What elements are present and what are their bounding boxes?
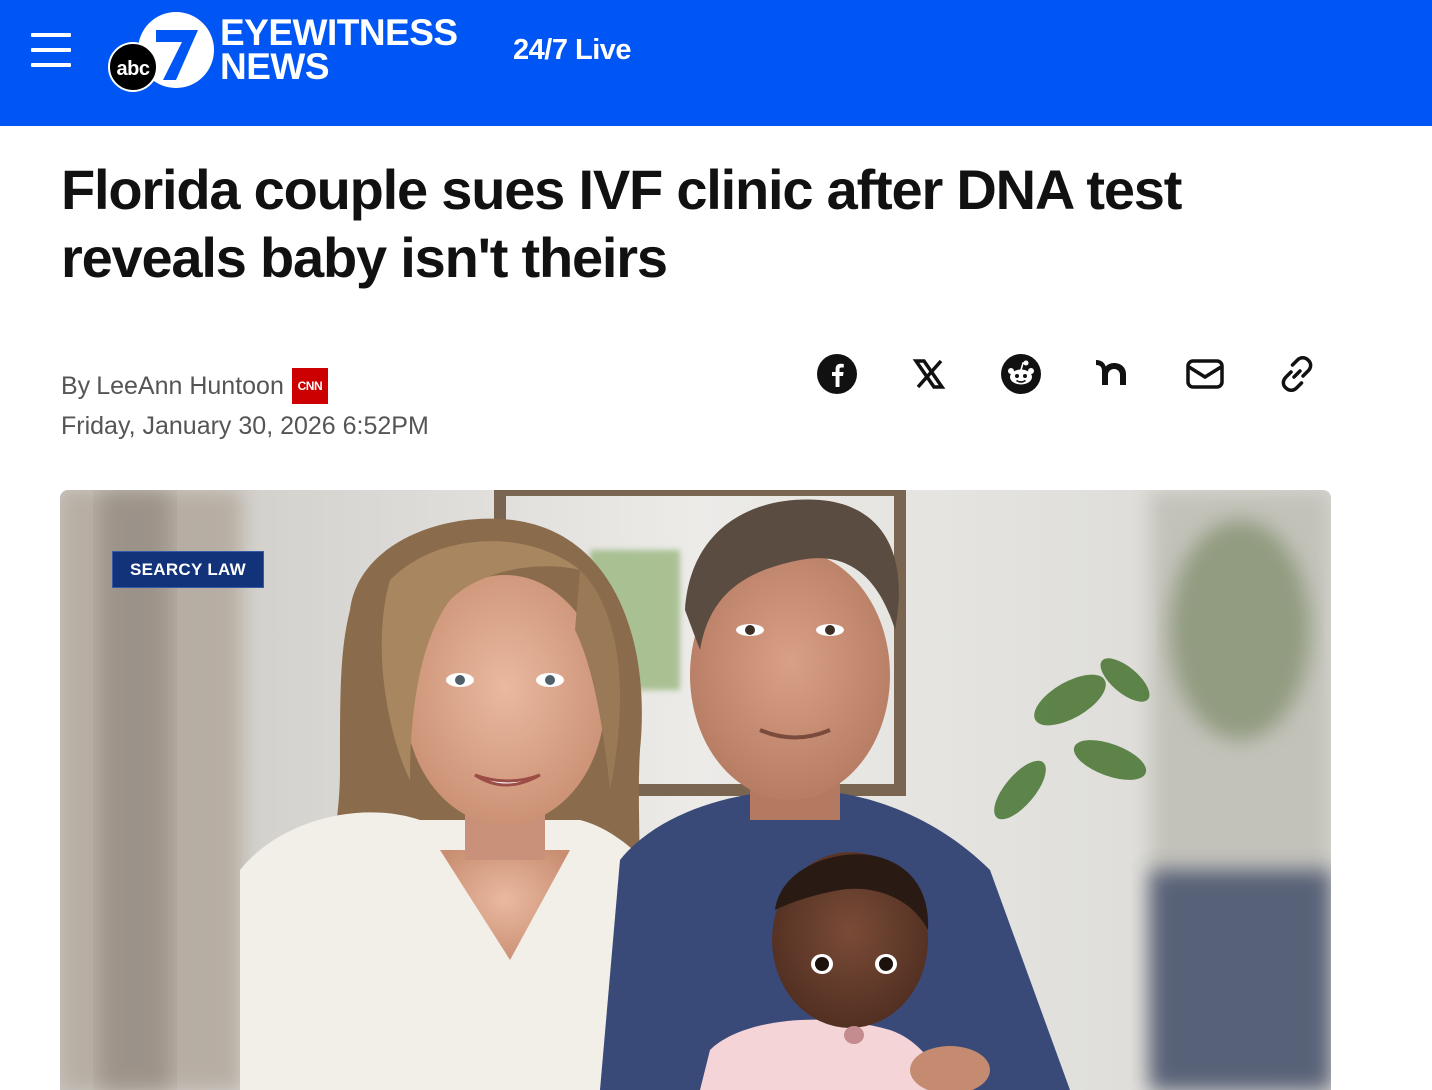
reddit-icon[interactable] [999, 352, 1043, 396]
site-header: abc EYEWITNESS NEWS 24/7 Live [0, 0, 1432, 126]
hamburger-menu-icon[interactable] [31, 33, 71, 67]
x-icon[interactable] [907, 352, 951, 396]
hero-watermark: SEARCY LAW [112, 551, 264, 588]
copy-link-icon[interactable] [1275, 352, 1319, 396]
abc-logo: abc [108, 42, 158, 92]
article-headline: Florida couple sues IVF clinic after DNA… [61, 158, 1182, 289]
email-icon[interactable] [1183, 352, 1227, 396]
byline: By LeeAnn Huntoon CNN [61, 368, 328, 404]
facebook-icon[interactable] [815, 352, 859, 396]
nextdoor-icon[interactable] [1091, 352, 1135, 396]
brand-line-2: NEWS [220, 46, 329, 87]
author-link[interactable]: LeeAnn Huntoon [96, 372, 284, 401]
source-badge: CNN [291, 368, 328, 404]
brand-line-1: EYEWITNESS [220, 12, 458, 53]
publish-date: Friday, January 30, 2026 6:52PM [61, 412, 429, 440]
brand-name: EYEWITNESS NEWS [220, 12, 458, 87]
byline-prefix: By [61, 371, 91, 400]
live-stream-link[interactable]: 24/7 Live [513, 34, 632, 67]
station-logo[interactable]: abc EYEWITNESS NEWS [108, 10, 478, 94]
